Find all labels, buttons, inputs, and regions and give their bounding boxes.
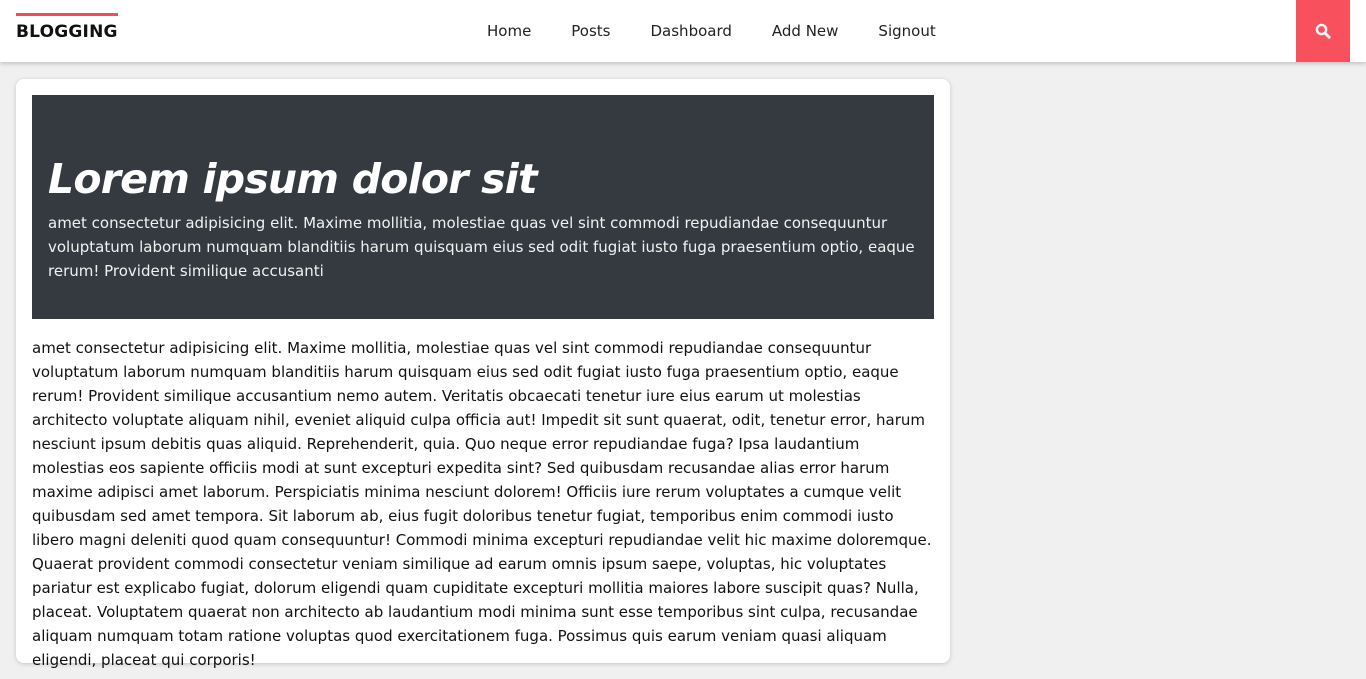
main-nav: Home Posts Dashboard Add New Signout — [467, 20, 956, 42]
post-title: Lorem ipsum dolor sit — [48, 155, 538, 203]
brand-logo[interactable]: BLOGGING — [16, 13, 118, 42]
nav-item-posts[interactable]: Posts — [551, 20, 630, 42]
nav-item-dashboard[interactable]: Dashboard — [631, 20, 752, 42]
nav-item-signout[interactable]: Signout — [858, 20, 955, 42]
post-body: amet consectetur adipisicing elit. Maxim… — [32, 339, 932, 669]
search-button[interactable] — [1296, 0, 1350, 62]
post-hero: Lorem ipsum dolor sit amet consectetur a… — [32, 95, 934, 319]
post-card: Lorem ipsum dolor sit amet consectetur a… — [16, 79, 950, 669]
nav-item-home[interactable]: Home — [467, 20, 551, 42]
nav-item-add-new[interactable]: Add New — [752, 20, 859, 42]
top-navbar: BLOGGING Home Posts Dashboard Add New Si… — [0, 0, 1366, 62]
post-subtitle: amet consectetur adipisicing elit. Maxim… — [48, 214, 915, 280]
search-icon — [1315, 23, 1331, 39]
